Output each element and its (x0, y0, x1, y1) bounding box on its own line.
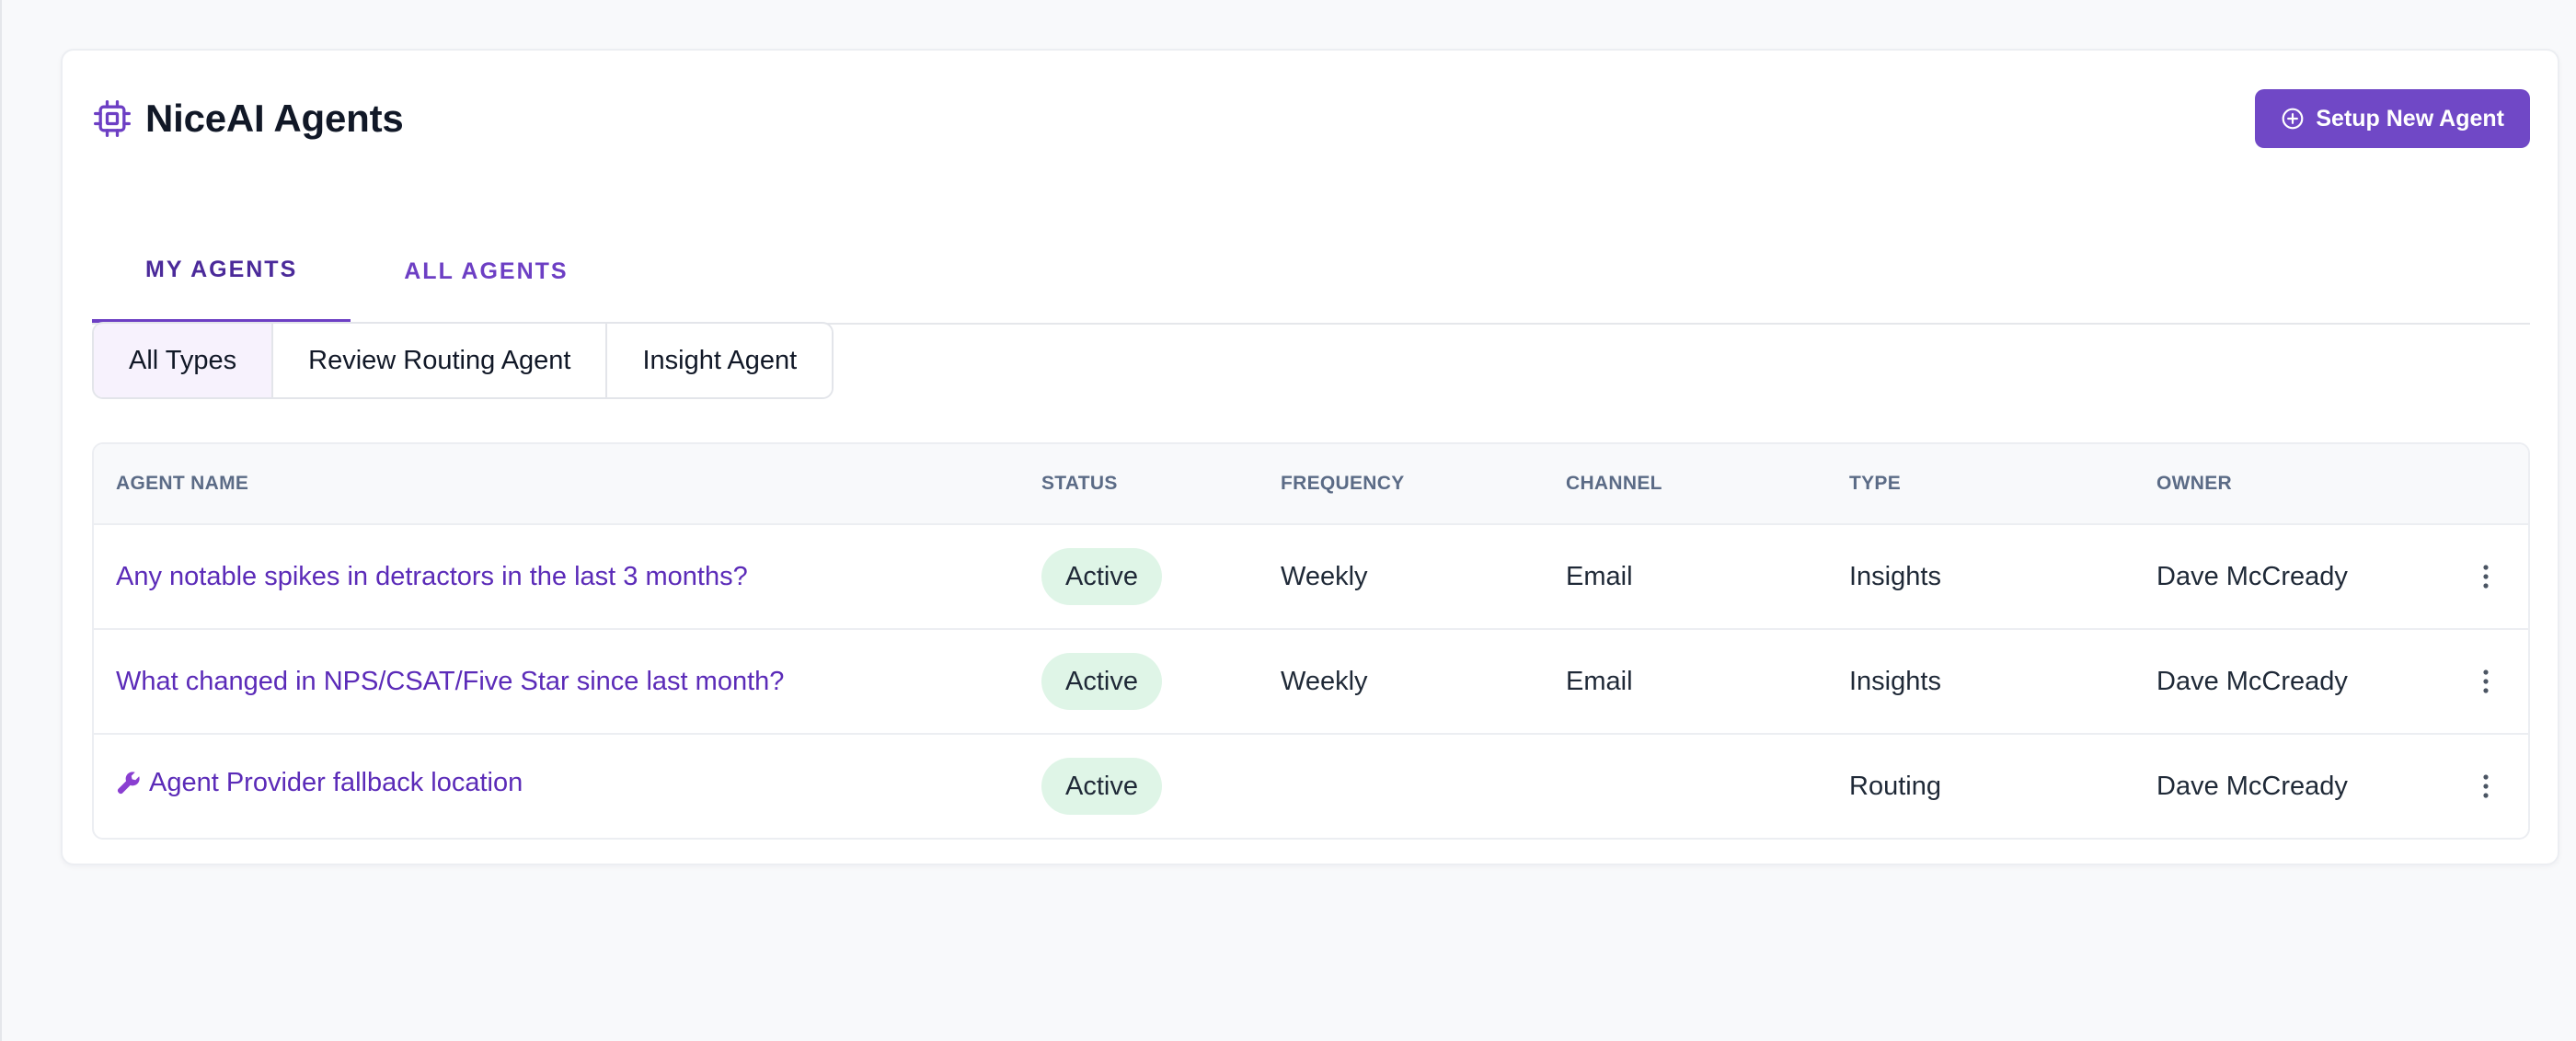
status-cell: Active (1041, 525, 1162, 628)
owner-cell: Dave McCready (2156, 771, 2348, 801)
agents-card: NiceAI Agents Setup New Agent MY AGENTS … (61, 49, 2559, 865)
channel-cell: Email (1566, 561, 1633, 591)
agent-name-link[interactable]: Any notable spikes in detractors in the … (116, 562, 748, 592)
status-cell: Active (1041, 630, 1162, 733)
more-vertical-icon[interactable] (2467, 663, 2504, 700)
setup-new-agent-button[interactable]: Setup New Agent (2255, 89, 2530, 148)
agents-tabs: MY AGENTS ALL AGENTS (92, 220, 2530, 325)
page: NiceAI Agents Setup New Agent MY AGENTS … (0, 0, 2576, 1041)
filter-all-types[interactable]: All Types (94, 324, 274, 397)
wrench-icon (116, 770, 142, 795)
column-header-type: TYPE (1849, 473, 1902, 494)
frequency-cell: Weekly (1281, 561, 1368, 591)
column-header-frequency: FREQUENCY (1281, 473, 1405, 494)
more-vertical-icon[interactable] (2467, 768, 2504, 805)
filter-review-routing-agent[interactable]: Review Routing Agent (273, 324, 608, 397)
table-header: AGENT NAME STATUS FREQUENCY CHANNEL TYPE… (94, 444, 2528, 525)
agent-name-text: What changed in NPS/CSAT/Five Star since… (116, 666, 785, 696)
chip-icon (92, 98, 132, 139)
agent-name-link[interactable]: Agent Provider fallback location (116, 768, 523, 798)
owner-cell: Dave McCready (2156, 666, 2348, 696)
channel-cell: Email (1566, 666, 1633, 696)
type-cell: Insights (1849, 666, 1941, 696)
more-vertical-icon[interactable] (2467, 558, 2504, 595)
status-cell: Active (1041, 735, 1162, 838)
agents-table: AGENT NAME STATUS FREQUENCY CHANNEL TYPE… (92, 442, 2530, 840)
agent-name-text: Any notable spikes in detractors in the … (116, 561, 748, 591)
tab-my-agents[interactable]: MY AGENTS (92, 220, 351, 323)
plus-circle-icon (2281, 107, 2305, 131)
agent-name-link[interactable]: What changed in NPS/CSAT/Five Star since… (116, 667, 784, 697)
column-header-channel: CHANNEL (1566, 473, 1662, 494)
table-row: Any notable spikes in detractors in the … (94, 525, 2528, 630)
column-header-owner: OWNER (2156, 473, 2232, 494)
column-header-agent-name: AGENT NAME (116, 473, 249, 494)
page-title: NiceAI Agents (145, 97, 404, 140)
status-badge: Active (1041, 758, 1162, 815)
status-badge: Active (1041, 653, 1162, 710)
setup-new-agent-label: Setup New Agent (2316, 105, 2504, 132)
filter-insight-agent[interactable]: Insight Agent (607, 324, 833, 397)
type-filter-group: All Types Review Routing Agent Insight A… (92, 322, 834, 399)
row-actions-cell (2458, 630, 2513, 733)
type-cell: Insights (1849, 561, 1941, 591)
owner-cell: Dave McCready (2156, 561, 2348, 591)
status-badge: Active (1041, 548, 1162, 605)
agent-name-cell: Any notable spikes in detractors in the … (116, 525, 748, 628)
type-cell: Routing (1849, 771, 1941, 801)
page-header: NiceAI Agents Setup New Agent (92, 82, 2530, 155)
agent-name-text: Agent Provider fallback location (149, 767, 523, 797)
table-row: Agent Provider fallback location Active … (94, 735, 2528, 838)
table-row: What changed in NPS/CSAT/Five Star since… (94, 630, 2528, 735)
column-header-status: STATUS (1041, 473, 1118, 494)
title-group: NiceAI Agents (92, 97, 404, 141)
agent-name-cell: What changed in NPS/CSAT/Five Star since… (116, 630, 784, 733)
tab-all-agents[interactable]: ALL AGENTS (351, 220, 621, 323)
agent-name-cell: Agent Provider fallback location (116, 731, 523, 834)
row-actions-cell (2458, 735, 2513, 838)
frequency-cell: Weekly (1281, 666, 1368, 696)
row-actions-cell (2458, 525, 2513, 628)
